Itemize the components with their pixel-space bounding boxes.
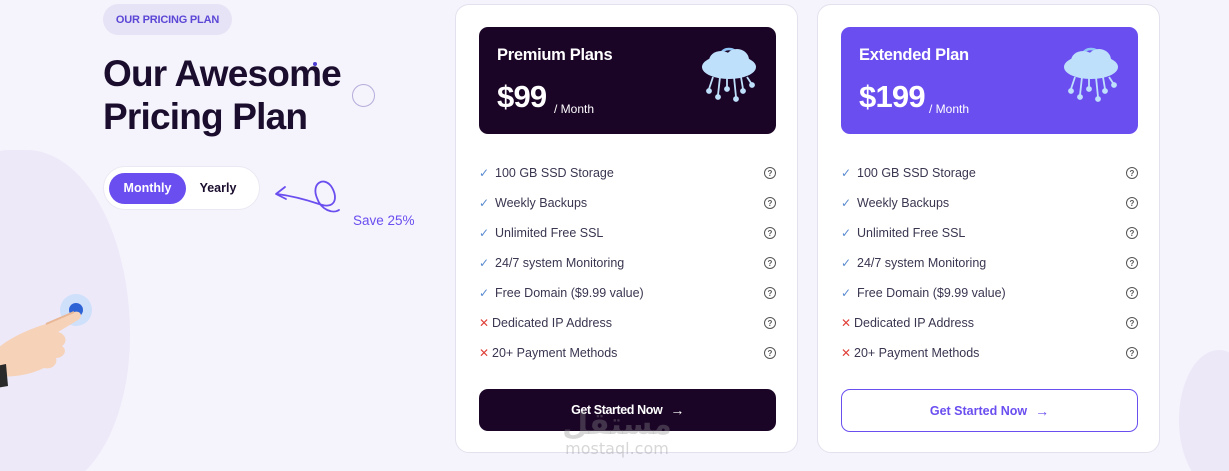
check-icon: ✓	[479, 256, 490, 270]
button-label: Get Started Now	[929, 403, 1028, 418]
help-icon[interactable]: ?	[764, 167, 776, 179]
cross-icon: ✕	[841, 316, 852, 330]
arrow-right-icon: →	[1035, 402, 1050, 419]
feature-item: ✓ Weekly Backups?	[841, 188, 1138, 218]
feature-item: ✕ Dedicated IP Address?	[841, 308, 1138, 338]
plan-period: / Month	[929, 102, 970, 116]
feature-item: ✓ Unlimited Free SSL?	[479, 218, 776, 248]
cross-icon: ✕	[479, 346, 490, 360]
plan-name: Extended Plan	[859, 46, 969, 64]
cloud-network-icon	[1064, 47, 1118, 102]
check-icon: ✓	[841, 166, 852, 180]
check-icon: ✓	[479, 226, 490, 240]
watermark-url: mostaql.com	[565, 439, 669, 458]
feature-item: ✓ 100 GB SSD Storage?	[841, 158, 1138, 188]
help-icon[interactable]: ?	[764, 257, 776, 269]
feature-item: ✓ Free Domain ($9.99 value)?	[479, 278, 776, 308]
feature-list: ✓ 100 GB SSD Storage? ✓ Weekly Backups? ✓ U…	[479, 158, 776, 368]
section-title: Our Awesome Pricing Plan	[103, 53, 342, 137]
check-icon: ✓	[841, 286, 852, 300]
check-icon: ✓	[479, 166, 490, 180]
watermark-logo-text: مستقل	[562, 407, 672, 442]
plan-name: Premium Plans	[497, 46, 613, 64]
feature-item: ✓ 24/7 system Monitoring?	[479, 248, 776, 278]
watermark: مستقل mostaql.com	[552, 410, 682, 458]
help-icon[interactable]: ?	[1126, 317, 1138, 329]
check-icon: ✓	[841, 196, 852, 210]
billing-toggle: Monthly Yearly	[103, 166, 260, 210]
help-icon[interactable]: ?	[1126, 257, 1138, 269]
section-badge: OUR PRICING PLAN	[103, 4, 232, 35]
feature-item: ✕ 20+ Payment Methods?	[841, 338, 1138, 368]
plan-price: $199	[859, 79, 926, 114]
curly-arrow-icon	[275, 180, 340, 213]
decorative-circle	[352, 84, 375, 107]
pointing-hand-icon	[0, 294, 92, 388]
save-note: Save 25%	[353, 213, 415, 228]
background-blob	[1179, 350, 1229, 471]
toggle-monthly-button[interactable]: Monthly	[109, 172, 186, 204]
feature-list: ✓ 100 GB SSD Storage? ✓ Weekly Backups? ✓ U…	[841, 158, 1138, 368]
feature-item: ✓ Free Domain ($9.99 value)?	[841, 278, 1138, 308]
feature-item: ✕ Dedicated IP Address?	[479, 308, 776, 338]
plan-period: / Month	[554, 102, 595, 116]
help-icon[interactable]: ?	[764, 347, 776, 359]
help-icon[interactable]: ?	[1126, 167, 1138, 179]
check-icon: ✓	[841, 256, 852, 270]
decorative-dot	[313, 62, 317, 66]
pricing-card-premium: Premium Plans $99 / Month ✓ 100 GB SSD St…	[455, 4, 798, 453]
check-icon: ✓	[841, 226, 852, 240]
cross-icon: ✕	[479, 316, 490, 330]
help-icon[interactable]: ?	[764, 287, 776, 299]
cross-icon: ✕	[841, 346, 852, 360]
feature-item: ✓ Unlimited Free SSL?	[841, 218, 1138, 248]
help-icon[interactable]: ?	[764, 317, 776, 329]
get-started-button[interactable]: Get Started Now →	[841, 389, 1138, 432]
check-icon: ✓	[479, 196, 490, 210]
help-icon[interactable]: ?	[1126, 227, 1138, 239]
help-icon[interactable]: ?	[1126, 287, 1138, 299]
help-icon[interactable]: ?	[764, 197, 776, 209]
help-icon[interactable]: ?	[1126, 197, 1138, 209]
feature-item: ✓ Weekly Backups?	[479, 188, 776, 218]
pricing-card-extended: Extended Plan $199 / Month ✓ 100 GB SSD S…	[817, 4, 1160, 453]
feature-item: ✓ 100 GB SSD Storage?	[479, 158, 776, 188]
plan-price: $99	[497, 79, 547, 114]
help-icon[interactable]: ?	[1126, 347, 1138, 359]
plan-header: Extended Plan $199 / Month	[841, 27, 1138, 134]
help-icon[interactable]: ?	[764, 227, 776, 239]
toggle-yearly-button[interactable]: Yearly	[186, 173, 250, 204]
feature-item: ✕ 20+ Payment Methods?	[479, 338, 776, 368]
plan-header: Premium Plans $99 / Month	[479, 27, 776, 134]
check-icon: ✓	[479, 286, 490, 300]
feature-item: ✓ 24/7 system Monitoring?	[841, 248, 1138, 278]
cloud-network-icon	[702, 47, 756, 102]
